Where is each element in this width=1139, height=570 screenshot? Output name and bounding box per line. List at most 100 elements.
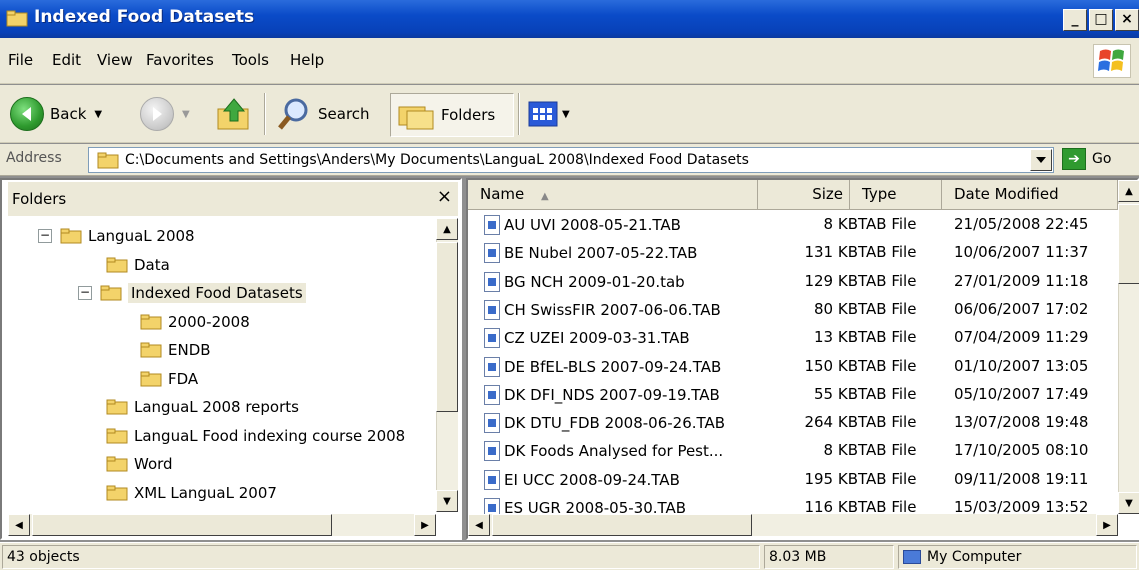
file-size: 131 KB xyxy=(804,243,858,262)
address-dropdown-button[interactable] xyxy=(1030,149,1052,171)
file-name-cell: DK DTU_FDB 2008-06-26.TAB xyxy=(484,413,725,434)
file-type: TAB File xyxy=(858,271,917,290)
scroll-thumb[interactable] xyxy=(32,514,332,536)
status-size: 8.03 MB xyxy=(764,545,894,569)
forward-dropdown-icon[interactable]: ▼ xyxy=(182,109,190,120)
file-row[interactable]: AU UVI 2008-05-21.TAB 8 KB TAB File 21/05/2… xyxy=(468,211,1120,239)
back-button[interactable]: Back ▼ xyxy=(10,91,102,137)
forward-button[interactable]: ▼ xyxy=(140,91,190,137)
scroll-down-button[interactable]: ▼ xyxy=(1118,492,1139,514)
address-path: C:\Documents and Settings\Anders\My Docu… xyxy=(125,152,749,168)
collapse-icon[interactable]: − xyxy=(38,229,52,243)
file-row[interactable]: DK Foods Analysed for Pest... 8 KB TAB Fil… xyxy=(468,437,1120,465)
tab-file-icon xyxy=(484,328,500,349)
back-dropdown-icon[interactable]: ▼ xyxy=(94,109,102,120)
file-date-modified: 06/06/2007 17:02 xyxy=(954,299,1089,318)
tree-item[interactable]: Word xyxy=(106,450,173,478)
tree-item[interactable]: ENDB xyxy=(140,336,211,364)
up-folder-button[interactable] xyxy=(214,91,254,137)
file-row[interactable]: CZ UZEI 2009-03-31.TAB 13 KB TAB File 07/04… xyxy=(468,324,1120,352)
window-title: Indexed Food Datasets xyxy=(34,7,255,27)
tree-item[interactable]: LanguaL Food indexing course 2008 xyxy=(106,422,405,450)
file-row[interactable]: DE BfEL-BLS 2007-09-24.TAB 150 KB TAB File… xyxy=(468,353,1120,381)
tree-item[interactable]: XML LanguaL 2007 xyxy=(106,479,277,507)
file-name-cell: BG NCH 2009-01-20.tab xyxy=(484,271,685,292)
file-date-modified: 07/04/2009 11:29 xyxy=(954,328,1089,347)
file-row[interactable]: BE Nubel 2007-05-22.TAB 131 KB TAB File 10/… xyxy=(468,239,1120,267)
views-button[interactable]: ▼ xyxy=(528,91,570,137)
folders-label: Folders xyxy=(441,106,496,124)
scroll-thumb[interactable] xyxy=(436,242,458,412)
file-row[interactable]: DK DFI_NDS 2007-09-19.TAB 55 KB TAB File 05… xyxy=(468,381,1120,409)
search-icon xyxy=(278,98,308,130)
scroll-right-button[interactable]: ▶ xyxy=(1096,514,1118,536)
scroll-thumb[interactable] xyxy=(1118,204,1139,284)
scroll-down-button[interactable]: ▼ xyxy=(436,490,458,512)
tree-item[interactable]: 2000-2008 xyxy=(140,308,250,336)
folder-icon xyxy=(60,228,82,244)
menu-view[interactable]: View xyxy=(97,51,133,69)
menu-file[interactable]: File xyxy=(8,51,33,69)
menu-help[interactable]: Help xyxy=(290,51,324,69)
tree-item-label: 2000-2008 xyxy=(168,312,250,331)
search-label: Search xyxy=(318,105,370,123)
tree-item-label: LanguaL 2008 xyxy=(88,227,195,245)
file-size: 129 KB xyxy=(804,271,858,290)
folders-icon xyxy=(398,106,434,130)
close-icon[interactable]: × xyxy=(437,186,452,207)
file-name-cell: DK Foods Analysed for Pest... xyxy=(484,441,723,462)
scroll-left-button[interactable]: ◀ xyxy=(8,514,30,536)
go-arrow-icon: ➔ xyxy=(1062,148,1086,170)
scroll-up-button[interactable]: ▲ xyxy=(436,218,458,240)
tree-item[interactable]: Data xyxy=(106,251,170,279)
column-name[interactable]: Name ▲ xyxy=(468,180,758,210)
scroll-up-button[interactable]: ▲ xyxy=(1118,180,1139,202)
folder-icon xyxy=(97,152,119,169)
folders-button[interactable]: Folders xyxy=(390,93,514,137)
file-type: TAB File xyxy=(858,356,917,375)
tree-item[interactable]: FDA xyxy=(140,365,198,393)
tab-file-icon xyxy=(484,413,500,434)
scroll-left-button[interactable]: ◀ xyxy=(468,514,490,536)
tree-item[interactable]: − Indexed Food Datasets xyxy=(78,279,306,307)
file-type: TAB File xyxy=(858,215,917,233)
file-row[interactable]: DK DTU_FDB 2008-06-26.TAB 264 KB TAB File 1… xyxy=(468,409,1120,437)
file-row[interactable]: CH SwissFIR 2007-06-06.TAB 80 KB TAB File 0… xyxy=(468,296,1120,324)
address-input[interactable]: C:\Documents and Settings\Anders\My Docu… xyxy=(88,147,1054,173)
search-button[interactable]: Search xyxy=(276,91,370,137)
chevron-down-icon xyxy=(1036,157,1046,163)
column-date-modified[interactable]: Date Modified xyxy=(942,180,1118,210)
file-name: AU UVI 2008-05-21.TAB xyxy=(504,216,681,234)
menu-tools[interactable]: Tools xyxy=(232,51,269,69)
tree-item-label: ENDB xyxy=(168,341,211,359)
file-row[interactable]: BG NCH 2009-01-20.tab 129 KB TAB File 27/01… xyxy=(468,268,1120,296)
file-type: TAB File xyxy=(858,384,917,403)
tree-horizontal-scrollbar[interactable]: ◀ ▶ xyxy=(8,514,436,536)
column-size[interactable]: Size xyxy=(758,180,850,210)
title-bar[interactable]: Indexed Food Datasets _ □ × xyxy=(0,0,1139,38)
column-type[interactable]: Type xyxy=(850,180,942,210)
tab-file-icon xyxy=(484,299,500,320)
go-button[interactable]: ➔ Go xyxy=(1062,148,1111,170)
views-dropdown-icon[interactable]: ▼ xyxy=(562,109,570,120)
maximize-button[interactable]: □ xyxy=(1089,9,1113,31)
tree-item-label: LanguaL Food indexing course 2008 xyxy=(134,426,406,445)
file-name-cell: AU UVI 2008-05-21.TAB xyxy=(484,215,681,235)
files-horizontal-scrollbar[interactable]: ◀ ▶ xyxy=(468,514,1118,536)
tree-item[interactable]: − LanguaL 2008 xyxy=(38,222,195,250)
files-vertical-scrollbar[interactable]: ▲ ▼ xyxy=(1118,180,1139,514)
collapse-icon[interactable]: − xyxy=(78,286,92,300)
minimize-button[interactable]: _ xyxy=(1063,9,1087,31)
tree-vertical-scrollbar[interactable]: ▲ ▼ xyxy=(436,218,458,512)
menu-favorites[interactable]: Favorites xyxy=(146,51,214,69)
scroll-right-button[interactable]: ▶ xyxy=(414,514,436,536)
tree-item[interactable]: LanguaL 2008 reports xyxy=(106,393,299,421)
file-row[interactable]: EI UCC 2008-09-24.TAB 195 KB TAB File 09/11… xyxy=(468,466,1120,494)
scroll-thumb[interactable] xyxy=(492,514,752,536)
file-type: TAB File xyxy=(858,413,917,432)
close-button[interactable]: × xyxy=(1115,9,1139,31)
menu-bar: File Edit View Favorites Tools Help xyxy=(0,38,1139,84)
menu-edit[interactable]: Edit xyxy=(52,51,81,69)
tab-file-icon xyxy=(484,469,500,490)
file-type: TAB File xyxy=(858,243,917,262)
